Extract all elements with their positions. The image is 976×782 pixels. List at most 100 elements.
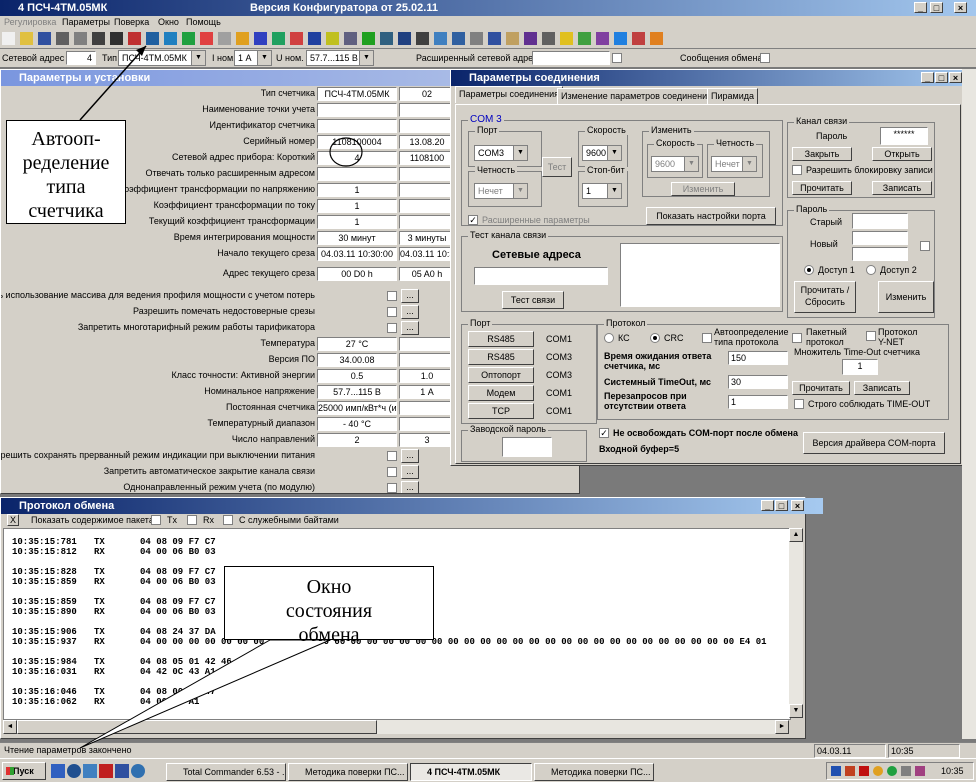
option-edit-button[interactable]: ... xyxy=(401,321,419,335)
tray-icon[interactable] xyxy=(915,766,925,776)
param-value[interactable]: 27 °С xyxy=(317,337,397,351)
param-value[interactable]: 04.03.11 10:30:00 xyxy=(317,247,397,261)
tray-icon[interactable] xyxy=(845,766,855,776)
show-port-button[interactable]: Показать настройки порта xyxy=(646,207,776,225)
tray-icon[interactable] xyxy=(887,766,897,776)
tray-icon[interactable] xyxy=(859,766,869,776)
search-icon[interactable] xyxy=(488,32,501,45)
quicklaunch-outlook-icon[interactable] xyxy=(67,764,81,778)
bar-chart-icon[interactable] xyxy=(254,32,267,45)
param-value-2[interactable]: 05 A0 h xyxy=(399,267,455,281)
option-checkbox[interactable] xyxy=(387,291,397,301)
tool-icon[interactable] xyxy=(596,32,609,45)
param-value-2[interactable] xyxy=(399,337,455,351)
param-value[interactable]: 1 xyxy=(317,215,397,229)
wait-field[interactable]: 150 xyxy=(728,351,788,365)
task-metodika-1[interactable]: Методика поверки ПС... xyxy=(288,763,408,781)
option-checkbox[interactable] xyxy=(387,483,397,493)
speed-select[interactable]: 9600 ▼ xyxy=(582,145,622,161)
param-value[interactable]: 30 минут xyxy=(317,231,397,245)
drop-icon[interactable] xyxy=(614,32,627,45)
close-button[interactable]: × xyxy=(954,2,967,13)
param-value-2[interactable] xyxy=(399,401,455,415)
proto-read-button[interactable]: Прочитать xyxy=(792,381,850,395)
tray-icon[interactable] xyxy=(831,766,841,776)
param-value[interactable] xyxy=(317,167,397,181)
param-value[interactable]: - 40 °С xyxy=(317,417,397,431)
param-value[interactable]: 1 xyxy=(317,183,397,197)
option-checkbox[interactable] xyxy=(387,467,397,477)
quicklaunch-app-icon[interactable] xyxy=(99,764,113,778)
param-value[interactable]: ПСЧ-4ТМ.05МК xyxy=(317,87,397,101)
quicklaunch-tool-icon[interactable] xyxy=(131,764,145,778)
tray-icon[interactable] xyxy=(901,766,911,776)
report-icon[interactable] xyxy=(290,32,303,45)
copy-icon[interactable] xyxy=(74,32,87,45)
new-password-field[interactable] xyxy=(852,231,908,245)
param-value-2[interactable] xyxy=(399,183,455,197)
option-checkbox[interactable] xyxy=(387,451,397,461)
meter-icon[interactable] xyxy=(272,32,285,45)
param-value-2[interactable]: 13.08.20 xyxy=(399,135,455,149)
scroll-left-icon[interactable]: ◄ xyxy=(3,720,17,734)
retries-field[interactable]: 1 xyxy=(728,395,788,409)
sigma-icon[interactable] xyxy=(542,32,555,45)
paste-icon[interactable] xyxy=(92,32,105,45)
param-value-2[interactable] xyxy=(399,167,455,181)
option-edit-button[interactable]: ... xyxy=(401,481,419,493)
factory-password-field[interactable] xyxy=(502,437,552,457)
open-folder-icon[interactable] xyxy=(20,32,33,45)
param-value[interactable]: 4 xyxy=(317,151,397,165)
tray-icon[interactable] xyxy=(873,766,883,776)
option-edit-button[interactable]: ... xyxy=(401,449,419,463)
calendar-icon[interactable] xyxy=(200,32,213,45)
strict-timeout-checkbox[interactable] xyxy=(794,399,804,409)
chart-icon[interactable] xyxy=(182,32,195,45)
port-4-button[interactable]: Модем xyxy=(468,385,534,401)
param-value-2[interactable]: 3 xyxy=(399,433,455,447)
inom-select[interactable]: 1 А ▼ xyxy=(234,50,272,66)
triangle-icon[interactable] xyxy=(470,32,483,45)
port-1-button[interactable]: RS485 xyxy=(468,331,534,347)
close-button[interactable]: × xyxy=(791,500,804,511)
new-file-icon[interactable] xyxy=(2,32,15,45)
show-packet-checkbox[interactable] xyxy=(151,515,161,525)
check-icon[interactable] xyxy=(362,32,375,45)
tab-change-params[interactable]: Изменение параметров соединения xyxy=(557,88,717,105)
port-5-button[interactable]: TCP xyxy=(468,403,534,419)
scroll-right-icon[interactable]: ► xyxy=(775,720,789,734)
pin-icon[interactable] xyxy=(650,32,663,45)
test-link-button[interactable]: Тест связи xyxy=(502,291,564,309)
info-icon[interactable] xyxy=(308,32,321,45)
param-value-2[interactable] xyxy=(399,417,455,431)
anchor-icon[interactable] xyxy=(380,32,393,45)
gear-icon[interactable] xyxy=(218,32,231,45)
stopbit-select[interactable]: 1 ▼ xyxy=(582,183,622,199)
main-vscrollbar[interactable] xyxy=(962,69,976,739)
show-password-checkbox[interactable] xyxy=(920,241,930,251)
settings-icon[interactable] xyxy=(524,32,537,45)
print-icon[interactable] xyxy=(56,32,69,45)
log-hscrollbar[interactable]: ◄ ► xyxy=(3,720,789,734)
change-password-button[interactable]: Изменить xyxy=(878,281,934,313)
option-checkbox[interactable] xyxy=(387,307,397,317)
msg-checkbox[interactable] xyxy=(760,53,770,63)
param-value[interactable]: 0.5 xyxy=(317,369,397,383)
type-select[interactable]: ПСЧ-4ТМ.05МК ▼ xyxy=(118,50,206,66)
quicklaunch-ie-icon[interactable] xyxy=(51,764,65,778)
packet-proto-checkbox[interactable] xyxy=(792,333,802,343)
param-value[interactable]: 00 D0 h xyxy=(317,267,397,281)
param-value-2[interactable]: 1.0 xyxy=(399,369,455,383)
menu-pomosch[interactable]: Помощь xyxy=(186,17,221,27)
param-value[interactable]: 1108100004 xyxy=(317,135,397,149)
maximize-button[interactable]: □ xyxy=(930,2,943,13)
param-value-2[interactable] xyxy=(399,199,455,213)
menu-poverka[interactable]: Поверка xyxy=(114,17,149,27)
password-field[interactable]: ****** xyxy=(880,127,928,145)
cursor-icon[interactable] xyxy=(632,32,645,45)
maximize-button[interactable]: □ xyxy=(775,500,788,511)
param-value[interactable]: 34.00.08 xyxy=(317,353,397,367)
kc-radio[interactable] xyxy=(604,333,614,343)
confirm-password-field[interactable] xyxy=(852,247,908,261)
text-icon[interactable] xyxy=(578,32,591,45)
